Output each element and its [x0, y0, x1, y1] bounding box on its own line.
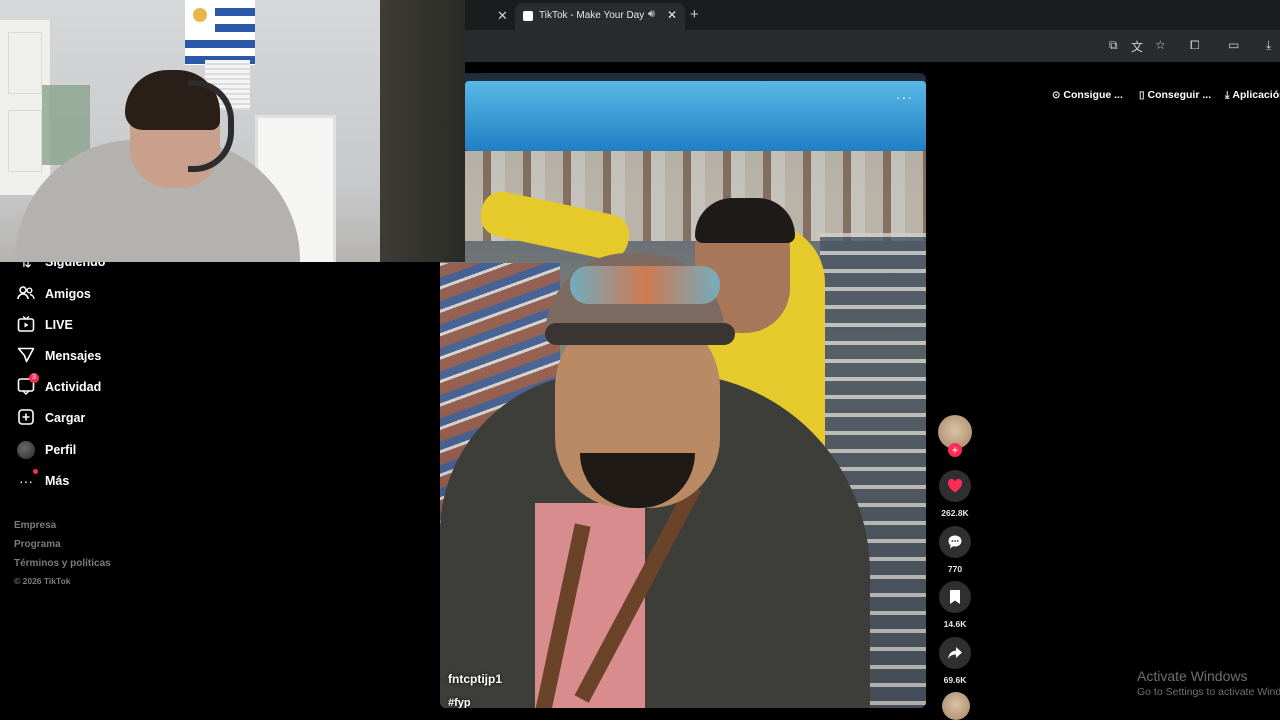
tiktok-favicon-icon: [523, 11, 533, 21]
save-button[interactable]: [939, 581, 971, 613]
music-disc-avatar[interactable]: [942, 692, 970, 720]
comment-icon: [948, 535, 962, 549]
cast-icon[interactable]: ▭: [1228, 38, 1239, 52]
get-app-button[interactable]: ▯ Conseguir ...: [1139, 89, 1211, 103]
tab-tiktok[interactable]: TikTok - Make Your Day 🔊︎ ✕: [515, 3, 685, 30]
tab-bar: ✕ TikTok - Make Your Day 🔊︎ ✕ +: [465, 0, 1280, 30]
sidebar-item-amigos[interactable]: Amigos: [16, 282, 91, 306]
phone-icon: ▯: [1139, 90, 1145, 101]
sidebar-item-label: LIVE: [45, 318, 73, 332]
footer-link-empresa[interactable]: Empresa: [14, 520, 56, 531]
get-coins-button[interactable]: ⊙ Consigue ...: [1052, 89, 1123, 103]
notification-badge: 3: [29, 373, 39, 383]
puzzle-icon[interactable]: ⧠: [1190, 38, 1200, 53]
video-author[interactable]: fntcptijp1: [448, 672, 502, 686]
sidebar-item-actividad[interactable]: 3 Actividad: [16, 373, 102, 399]
sidebar-item-label: Cargar: [45, 411, 86, 425]
send-icon: [16, 346, 36, 366]
comment-button[interactable]: [939, 526, 971, 558]
get-app-label: Conseguir ...: [1147, 89, 1212, 101]
sidebar-item-perfil[interactable]: Perfil: [16, 438, 76, 462]
avatar: [17, 441, 35, 459]
like-count: 262.8K: [941, 508, 969, 518]
like-button[interactable]: [939, 470, 971, 502]
friends-icon: [16, 284, 36, 304]
download-icon: ⤓: [1225, 90, 1230, 101]
speaker-icon[interactable]: 🔊︎: [648, 8, 655, 21]
get-coins-label: Consigue ...: [1063, 89, 1123, 101]
sidebar-item-live[interactable]: LIVE: [16, 313, 73, 337]
share-button[interactable]: [939, 637, 971, 669]
close-icon[interactable]: ✕: [497, 8, 508, 24]
address-bar[interactable]: ⧉ 文 ☆ ⧠ ▭ ⤓: [465, 30, 1280, 62]
share-count: 69.6K: [943, 675, 967, 685]
sidebar-item-mas[interactable]: ··· Más: [16, 469, 69, 493]
sidebar-item-label: Perfil: [45, 443, 77, 457]
video-scene-person2-hair: [695, 198, 795, 243]
sidebar-item-cargar[interactable]: Cargar: [16, 406, 85, 430]
video-player[interactable]: ··· fntcptijp1 #fyp: [440, 73, 926, 708]
tiktok-sidebar: ⇅ Siguiendo Amigos LIVE Mensajes 3 Activ…: [0, 254, 440, 720]
activate-windows-title: Activate Windows: [1137, 668, 1248, 684]
more-options-icon[interactable]: ···: [896, 89, 913, 105]
notification-dot: [33, 469, 38, 474]
browser-chrome: ✕ TikTok - Make Your Day 🔊︎ ✕ + ⧉ 文 ☆ ⧠ …: [465, 0, 1280, 62]
follow-plus-icon[interactable]: +: [948, 443, 962, 457]
video-scene-sunglasses: [570, 266, 720, 304]
sidebar-item-mensajes[interactable]: Mensajes: [16, 344, 101, 368]
plus-icon[interactable]: +: [690, 6, 699, 23]
video-scene-ceiling: [465, 81, 926, 151]
avatar-wrapper: [16, 440, 36, 460]
share-icon: [948, 647, 962, 659]
tab-title: TikTok - Make Your Day: [539, 10, 645, 21]
close-icon[interactable]: ✕: [667, 8, 677, 22]
desktop-app-button[interactable]: ⤓Aplicación: [1225, 89, 1280, 103]
desktop-app-label: Aplicación: [1232, 89, 1280, 101]
webcam-overlay: [0, 0, 465, 262]
save-count: 14.6K: [943, 619, 967, 629]
activity-icon: 3: [16, 373, 39, 397]
star-icon[interactable]: ☆: [1155, 38, 1166, 52]
download-icon[interactable]: ⤓: [1266, 38, 1271, 53]
install-app-icon[interactable]: ⧉: [1109, 38, 1118, 53]
webcam-mic-arm: [380, 0, 465, 262]
sidebar-item-label: Actividad: [45, 380, 102, 394]
video-hashtag[interactable]: #fyp: [448, 697, 471, 708]
sidebar-item-label: Más: [45, 474, 70, 488]
coin-icon: ⊙: [1052, 90, 1061, 101]
video-scene-cap-brim: [545, 323, 735, 345]
uruguay-flag: [185, 0, 255, 65]
sidebar-item-label: Amigos: [45, 287, 91, 301]
bookmark-icon: [950, 590, 960, 604]
live-tv-icon: [16, 315, 36, 335]
sidebar-item-label: Mensajes: [45, 349, 102, 363]
comment-count: 770: [947, 564, 963, 574]
heart-icon: [947, 478, 963, 493]
more-dots-icon: ···: [16, 469, 38, 491]
activate-windows-subtitle: Go to Settings to activate Windows.: [1137, 686, 1280, 698]
copyright: © 2026 TikTok: [14, 576, 71, 586]
upload-plus-icon: [16, 408, 36, 428]
footer-link-programa[interactable]: Programa: [14, 539, 61, 550]
footer-link-terminos[interactable]: Términos y políticas: [14, 558, 111, 569]
translate-icon[interactable]: 文: [1131, 38, 1143, 55]
